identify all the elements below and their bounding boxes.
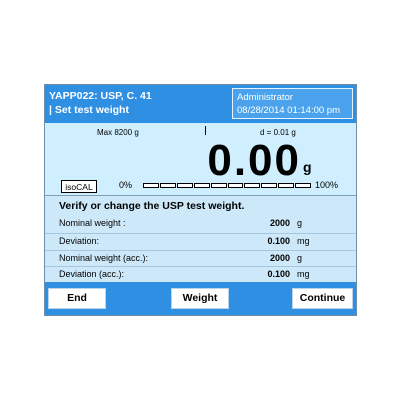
- separator-tick: [205, 126, 206, 135]
- weight-readout: 0.00: [207, 136, 301, 185]
- row-value: 2000: [269, 253, 290, 263]
- weighing-display: Max 8200 g d = 0.01 g 0.00 g isoCAL 0% 1…: [45, 123, 356, 195]
- row-value: 0.100: [267, 236, 290, 246]
- row-label: Nominal weight (acc.):: [59, 253, 149, 263]
- balance-screen: YAPP022: USP, C. 41 | Set test weight Ad…: [44, 84, 357, 316]
- datetime: 08/28/2014 01:14:00 pm: [237, 105, 341, 116]
- user-name: Administrator: [237, 92, 293, 103]
- max-capacity-label: Max 8200 g: [97, 128, 139, 137]
- progress-segment: [295, 183, 312, 188]
- row-unit: g: [297, 253, 303, 263]
- info-row: Nominal weight : 2000 g: [45, 216, 356, 232]
- capacity-progress-bar: [143, 183, 312, 189]
- method-title: YAPP022: USP, C. 41 | Set test weight: [49, 89, 152, 117]
- progress-segment: [261, 183, 278, 188]
- method-step: | Set test weight: [49, 104, 129, 116]
- row-unit: mg: [297, 236, 310, 246]
- info-row: Deviation (acc.): 0.100 mg: [45, 266, 356, 283]
- progress-segment: [244, 183, 261, 188]
- progress-end-label: 100%: [315, 180, 339, 190]
- row-unit: g: [297, 218, 303, 228]
- row-value: 2000: [269, 218, 290, 228]
- progress-segment: [143, 183, 159, 188]
- continue-button[interactable]: Continue: [292, 288, 353, 309]
- end-button[interactable]: End: [48, 288, 106, 309]
- row-unit: mg: [297, 269, 310, 279]
- method-name: YAPP022: USP, C. 41: [49, 90, 152, 102]
- instruction-text: Verify or change the USP test weight.: [59, 200, 245, 212]
- weight-button[interactable]: Weight: [171, 288, 229, 309]
- row-label: Deviation (acc.):: [59, 269, 125, 279]
- user-datetime-box: Administrator 08/28/2014 01:14:00 pm: [232, 88, 353, 119]
- progress-start-label: 0%: [119, 180, 133, 190]
- progress-segment: [176, 183, 193, 188]
- row-label: Nominal weight :: [59, 218, 126, 228]
- row-label: Deviation:: [59, 236, 100, 246]
- info-panel: Verify or change the USP test weight. No…: [45, 195, 356, 282]
- info-row: Nominal weight (acc.): 2000 g: [45, 250, 356, 267]
- progress-segment: [278, 183, 295, 188]
- progress-segment: [159, 183, 176, 188]
- isocal-button[interactable]: isoCAL: [61, 180, 97, 193]
- button-bar: End Weight Continue: [45, 282, 356, 315]
- progress-segment: [193, 183, 210, 188]
- row-value: 0.100: [267, 269, 290, 279]
- weight-unit: g: [303, 159, 312, 175]
- progress-segment: [210, 183, 227, 188]
- title-bar: YAPP022: USP, C. 41 | Set test weight Ad…: [45, 85, 356, 123]
- info-row: Deviation: 0.100 mg: [45, 233, 356, 250]
- progress-segment: [227, 183, 244, 188]
